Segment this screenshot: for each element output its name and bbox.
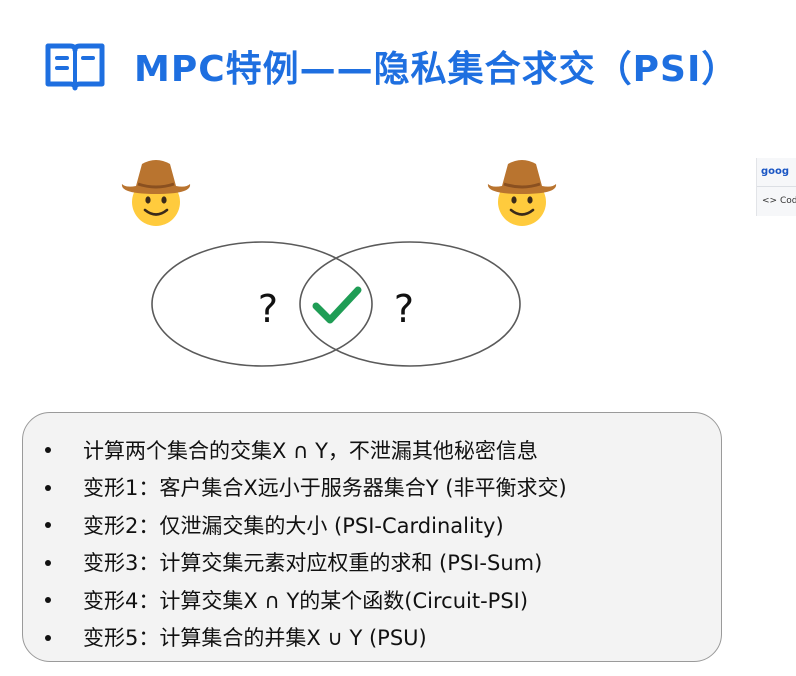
bullet-list: 计算两个集合的交集X ∩ Y，不泄漏其他秘密信息 变形1：客户集合X远小于服务器… — [23, 413, 721, 656]
bullet-dot — [45, 634, 51, 641]
book-icon — [45, 43, 105, 91]
side-screenshot-clip: goog <> Code — [756, 158, 796, 216]
bullet-dot — [45, 484, 51, 491]
cowboy-face-icon — [121, 160, 191, 226]
list-item-text: 计算两个集合的交集X ∩ Y，不泄漏其他秘密信息 — [83, 438, 538, 463]
list-item-text: 变形4：计算交集X ∩ Y的某个函数(Circuit-PSI) — [83, 588, 529, 613]
bullet-dot — [45, 597, 51, 603]
check-mark-icon — [312, 286, 362, 324]
left-question-mark: ? — [258, 287, 278, 331]
list-item-text: 变形1：客户集合X远小于服务器集合Y (非平衡求交) — [83, 476, 567, 501]
bullet-dot — [45, 559, 51, 566]
slide: MPC特例——隐私集合求交（PSI） ? ? 计算两个集合的交集X ∩ Y，不泄… — [0, 0, 796, 676]
clip-divider — [757, 186, 796, 187]
clip-code-tab: <> Code — [762, 196, 796, 206]
bullet-dot — [45, 522, 51, 528]
list-item: 计算两个集合的交集X ∩ Y，不泄漏其他秘密信息 — [23, 431, 721, 469]
list-item-text: 变形5：计算集合的并集X ∪ Y (PSU) — [83, 626, 427, 651]
clip-repo-name: goog — [761, 166, 790, 177]
list-item: 变形3：计算交集元素对应权重的求和 (PSI-Sum) — [23, 544, 721, 582]
list-item: 变形4：计算交集X ∩ Y的某个函数(Circuit-PSI) — [23, 581, 721, 619]
page-title: MPC特例——隐私集合求交（PSI） — [134, 49, 739, 90]
list-item-text: 变形3：计算交集元素对应权重的求和 (PSI-Sum) — [83, 551, 543, 576]
list-item: 变形2：仅泄漏交集的大小 (PSI-Cardinality) — [23, 506, 721, 544]
right-question-mark: ? — [394, 287, 414, 331]
bullet-card: 计算两个集合的交集X ∩ Y，不泄漏其他秘密信息 变形1：客户集合X远小于服务器… — [22, 412, 722, 662]
title-bar: MPC特例——隐私集合求交（PSI） — [44, 36, 738, 96]
psi-venn-diagram: ? ? — [121, 160, 557, 367]
list-item-text: 变形2：仅泄漏交集的大小 (PSI-Cardinality) — [83, 513, 504, 538]
list-item: 变形1：客户集合X远小于服务器集合Y (非平衡求交) — [23, 469, 721, 507]
list-item: 变形5：计算集合的并集X ∪ Y (PSU) — [23, 619, 721, 657]
bullet-dot — [45, 447, 51, 453]
cowboy-face-icon — [487, 160, 557, 226]
